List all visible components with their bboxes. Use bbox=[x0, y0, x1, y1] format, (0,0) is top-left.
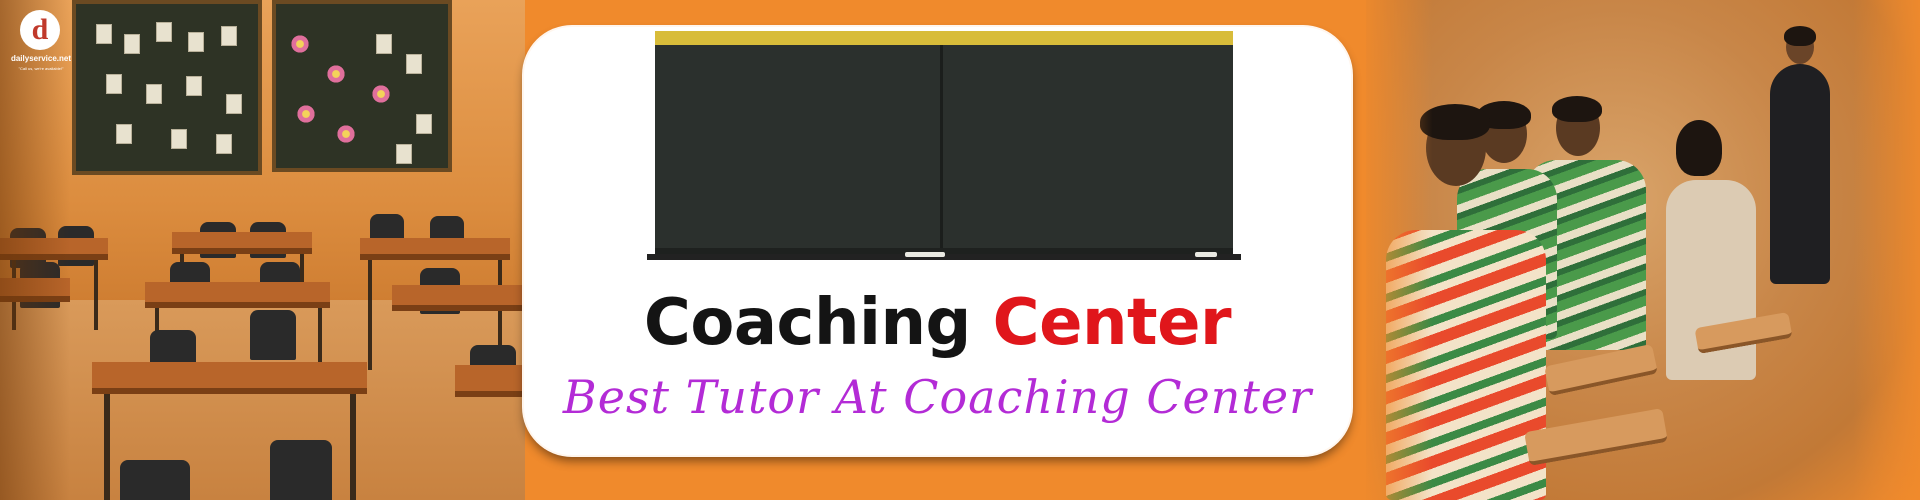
headline: Coaching Center bbox=[524, 285, 1351, 361]
desk bbox=[392, 285, 525, 311]
bulletin-board bbox=[272, 0, 452, 172]
headline-word-center: Center bbox=[992, 286, 1232, 360]
logo-brand-name: dailyservice.net bbox=[10, 54, 72, 63]
tagline: Best Tutor At Coaching Center bbox=[562, 370, 1313, 424]
tutoring-photo bbox=[1366, 0, 1920, 500]
desk bbox=[145, 282, 330, 308]
dailyservice-logo[interactable]: d dailyservice.net "Call us, we're avail… bbox=[8, 10, 74, 86]
classroom-photo bbox=[0, 0, 525, 500]
bulletin-board bbox=[72, 0, 262, 175]
desk bbox=[360, 238, 510, 260]
blackboard-image bbox=[647, 31, 1241, 260]
logo-mark: d bbox=[20, 10, 60, 50]
coaching-center-banner: d dailyservice.net "Call us, we're avail… bbox=[0, 0, 1920, 500]
banner-card: Coaching Center Best Tutor At Coaching C… bbox=[524, 27, 1351, 455]
headline-word-coaching: Coaching bbox=[643, 286, 971, 360]
desk bbox=[455, 365, 525, 397]
desk bbox=[172, 232, 312, 254]
desk bbox=[92, 362, 367, 394]
logo-slogan: "Call us, we're available!" bbox=[18, 66, 64, 71]
